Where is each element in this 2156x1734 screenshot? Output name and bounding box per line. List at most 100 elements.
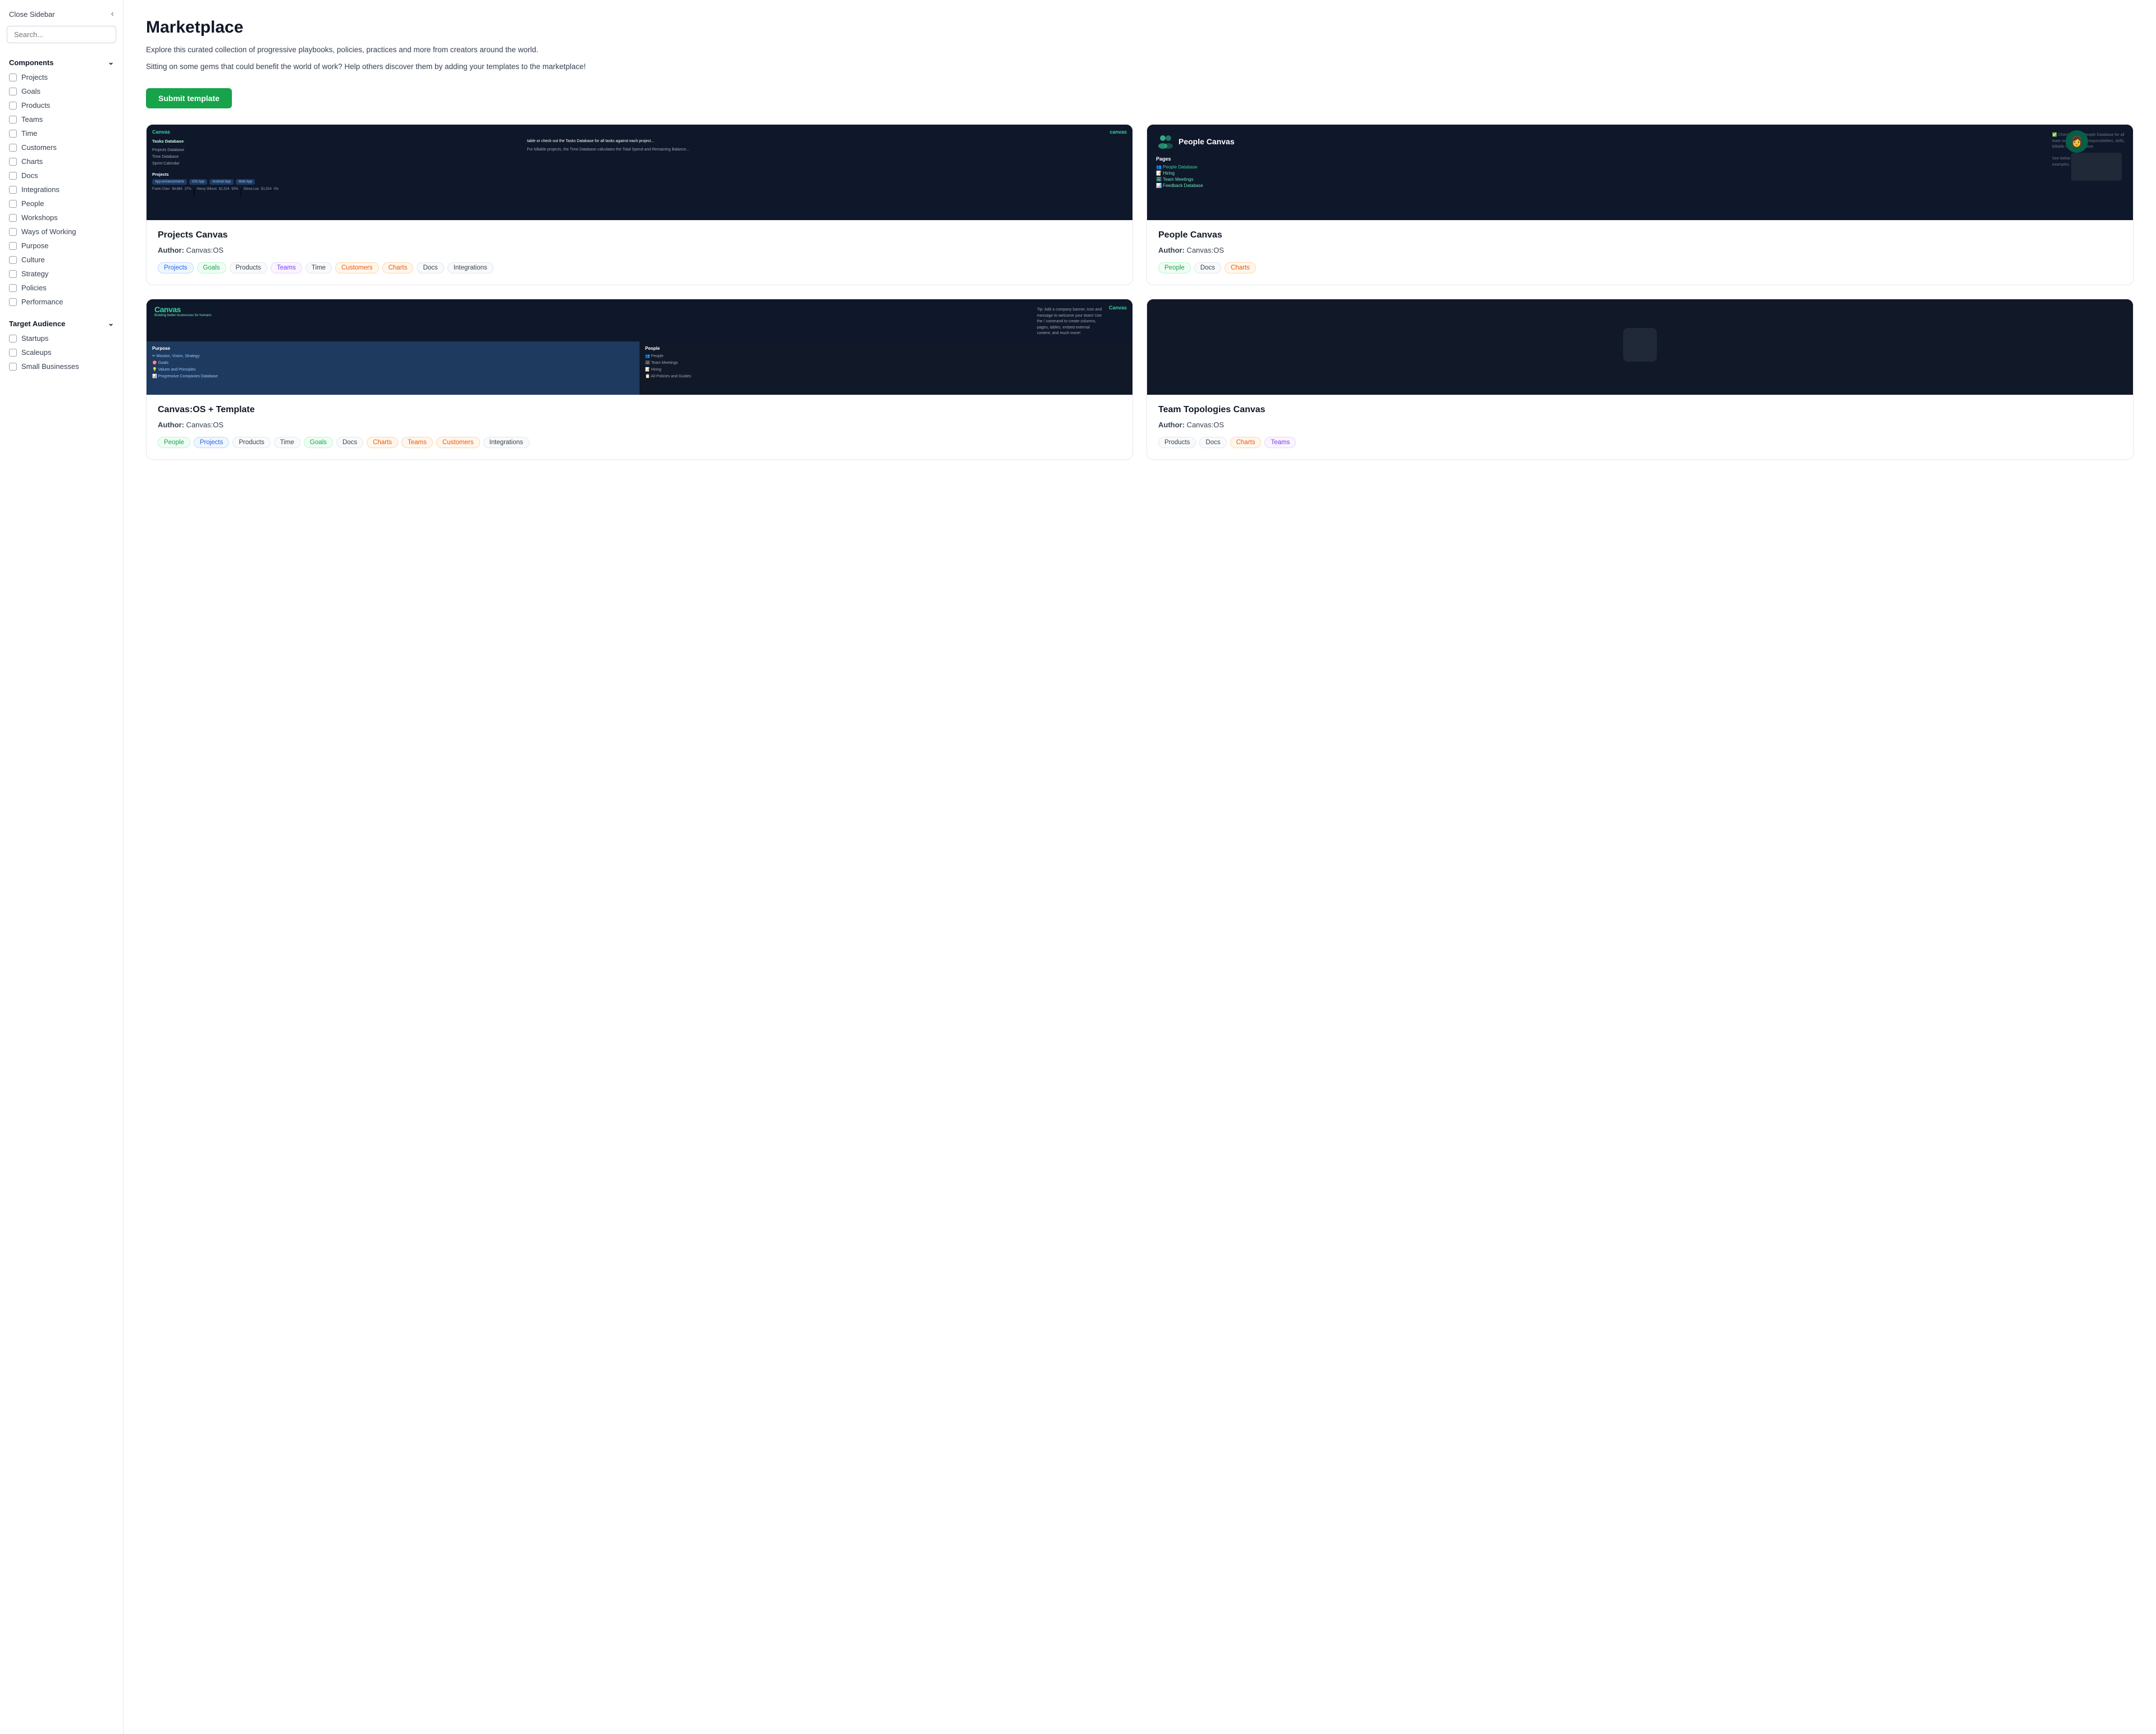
sidebar-item-time[interactable]: Time	[0, 126, 123, 140]
tag-products[interactable]: Products	[230, 262, 267, 273]
sidebar-item-docs[interactable]: Docs	[0, 168, 123, 182]
components-label: Components	[9, 58, 53, 67]
search-input[interactable]	[7, 26, 116, 43]
components-list: ProjectsGoalsProductsTeamsTimeCustomersC…	[0, 70, 123, 309]
checkbox-strategy[interactable]	[9, 270, 17, 278]
checkbox-goals[interactable]	[9, 88, 17, 95]
checkbox-target-scaleups[interactable]	[9, 349, 17, 357]
card-projects-canvas[interactable]: Canvas Tasks Database Projects Database …	[146, 124, 1133, 285]
tag-docs[interactable]: Docs	[1199, 437, 1226, 448]
sidebar-item-performance[interactable]: Performance	[0, 295, 123, 309]
sidebar-item-charts[interactable]: Charts	[0, 154, 123, 168]
checkbox-docs[interactable]	[9, 172, 17, 180]
tag-docs[interactable]: Docs	[417, 262, 444, 273]
checkbox-people[interactable]	[9, 200, 17, 208]
checkbox-target-startups[interactable]	[9, 335, 17, 343]
tag-projects[interactable]: Projects	[158, 262, 194, 273]
checkbox-time[interactable]	[9, 130, 17, 138]
submit-template-button[interactable]: Submit template	[146, 88, 232, 108]
tag-docs[interactable]: Docs	[336, 437, 363, 448]
card-team-topologies[interactable]: Team Topologies Canvas Author: Canvas:OS…	[1146, 299, 2134, 460]
tag-charts[interactable]: Charts	[382, 262, 414, 273]
card-preview-projects-canvas: Canvas Tasks Database Projects Database …	[147, 125, 1132, 220]
card-people-canvas[interactable]: People Canvas Pages 👥 People Database 📝 …	[1146, 124, 2134, 285]
tag-projects[interactable]: Projects	[194, 437, 230, 448]
card-body-people-canvas: People Canvas Author: Canvas:OS PeopleDo…	[1147, 220, 2133, 285]
tag-teams[interactable]: Teams	[271, 262, 302, 273]
tag-teams[interactable]: Teams	[1264, 437, 1296, 448]
tag-goals[interactable]: Goals	[304, 437, 333, 448]
search-box	[7, 26, 116, 43]
checkbox-purpose[interactable]	[9, 242, 17, 250]
card-canvasos-template[interactable]: Canvas Building better businesses for hu…	[146, 299, 1133, 460]
checkbox-charts[interactable]	[9, 158, 17, 166]
card-body-projects-canvas: Projects Canvas Author: Canvas:OS Projec…	[147, 220, 1132, 285]
card-tags-projects-canvas: ProjectsGoals Products TeamsTimeCustomersC…	[158, 262, 1121, 273]
sidebar-target-small-businesses[interactable]: Small Businesses	[0, 359, 123, 373]
sidebar-item-label: Docs	[21, 171, 38, 180]
checkbox-performance[interactable]	[9, 298, 17, 306]
sidebar-target-scaleups[interactable]: Scaleups	[0, 345, 123, 359]
sidebar-item-people[interactable]: People	[0, 197, 123, 211]
target-audience-section-header: Target Audience ⌄	[0, 313, 123, 331]
sidebar-item-products[interactable]: Products	[0, 98, 123, 112]
card-author-projects-canvas: Author: Canvas:OS	[158, 246, 1121, 254]
sidebar-item-label: Ways of Working	[21, 227, 76, 236]
sidebar-item-label: Goals	[21, 87, 40, 95]
tag-products[interactable]: Products	[1158, 437, 1196, 448]
target-audience-label: Target Audience	[9, 320, 65, 328]
checkbox-customers[interactable]	[9, 144, 17, 152]
components-section-header: Components ⌄	[0, 52, 123, 70]
checkbox-teams[interactable]	[9, 116, 17, 124]
sidebar-target-startups[interactable]: Startups	[0, 331, 123, 345]
tag-people[interactable]: People	[1158, 262, 1191, 273]
sidebar-item-integrations[interactable]: Integrations	[0, 182, 123, 197]
sidebar-target-label: Small Businesses	[21, 362, 79, 371]
checkbox-integrations[interactable]	[9, 186, 17, 194]
card-tags-team-topologies: ProductsDocs ChartsTeams	[1158, 437, 2122, 448]
checkbox-culture[interactable]	[9, 256, 17, 264]
tag-customers[interactable]: Customers	[335, 262, 379, 273]
close-sidebar-icon[interactable]: ‹	[111, 9, 114, 19]
tag-docs[interactable]: Docs	[1194, 262, 1221, 273]
sidebar-item-label: Integrations	[21, 185, 60, 194]
card-body-team-topologies: Team Topologies Canvas Author: Canvas:OS…	[1147, 395, 2133, 459]
target-audience-chevron-icon[interactable]: ⌄	[108, 319, 114, 328]
sidebar-item-projects[interactable]: Projects	[0, 70, 123, 84]
tag-people[interactable]: People	[158, 437, 190, 448]
tag-integrations[interactable]: Integrations	[447, 262, 494, 273]
tag-products[interactable]: Products	[232, 437, 270, 448]
sidebar-item-label: Teams	[21, 115, 43, 124]
tag-teams[interactable]: Teams	[401, 437, 433, 448]
tag-charts[interactable]: Charts	[1225, 262, 1256, 273]
tag-time[interactable]: Time	[274, 437, 300, 448]
checkbox-target-small businesses[interactable]	[9, 363, 17, 371]
checkbox-ways of working[interactable]	[9, 228, 17, 236]
tag-time[interactable]: Time	[305, 262, 332, 273]
page-desc-2: Sitting on some gems that could benefit …	[146, 61, 651, 73]
checkbox-workshops[interactable]	[9, 214, 17, 222]
sidebar-item-strategy[interactable]: Strategy	[0, 267, 123, 281]
sidebar-item-customers[interactable]: Customers	[0, 140, 123, 154]
checkbox-policies[interactable]	[9, 284, 17, 292]
tag-customers[interactable]: Customers	[436, 437, 480, 448]
sidebar-item-goals[interactable]: Goals	[0, 84, 123, 98]
tag-charts[interactable]: Charts	[1230, 437, 1262, 448]
card-author-people-canvas: Author: Canvas:OS	[1158, 246, 2122, 254]
components-chevron-icon[interactable]: ⌄	[108, 58, 114, 67]
sidebar-item-purpose[interactable]: Purpose	[0, 239, 123, 253]
sidebar-item-culture[interactable]: Culture	[0, 253, 123, 267]
sidebar-item-workshops[interactable]: Workshops	[0, 211, 123, 225]
checkbox-products[interactable]	[9, 102, 17, 109]
tag-integrations[interactable]: Integrations	[483, 437, 529, 448]
sidebar-item-ways-of-working[interactable]: Ways of Working	[0, 225, 123, 239]
checkbox-projects[interactable]	[9, 74, 17, 81]
sidebar-item-policies[interactable]: Policies	[0, 281, 123, 295]
sidebar-item-label: Products	[21, 101, 50, 109]
sidebar-item-label: Workshops	[21, 213, 58, 222]
sidebar-item-teams[interactable]: Teams	[0, 112, 123, 126]
card-preview-team-topologies	[1147, 299, 2133, 395]
sidebar-target-label: Scaleups	[21, 348, 51, 357]
tag-goals[interactable]: Goals	[197, 262, 226, 273]
tag-charts[interactable]: Charts	[367, 437, 398, 448]
